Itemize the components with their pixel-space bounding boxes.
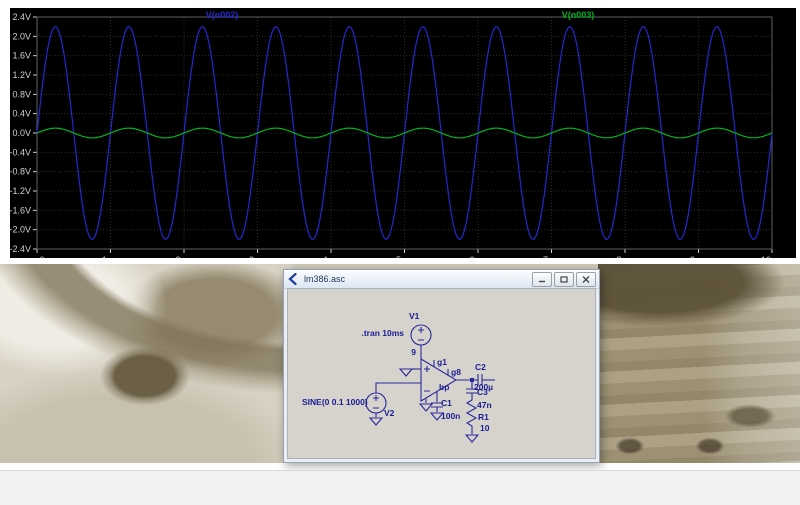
waveform-plot[interactable]: 2.4V 2.0V 1.6V 1.2V 0.8V 0.4V 0.0V -0.4V -0.8V -1… — [10, 8, 796, 258]
schematic-label[interactable]: 100n — [441, 411, 460, 421]
y-axis-tick: -1.6V — [10, 205, 31, 215]
close-button[interactable] — [576, 272, 596, 287]
y-axis-tick: 0.4V — [12, 109, 31, 119]
schematic-label[interactable]: 10 — [480, 423, 490, 433]
schematic-label[interactable]: SINE(0 0.1 1000) — [302, 397, 368, 407]
y-axis-tick: 2.0V — [12, 31, 31, 41]
window-controls — [532, 272, 596, 287]
x-axis-tick: 1ms — [102, 255, 120, 258]
schematic-labels: V1.tran 10ms9g1g8bpC2200µC347nR110C1100n… — [302, 311, 493, 433]
wallpaper-left-area — [0, 264, 292, 463]
ltspice-app-icon — [287, 273, 299, 285]
trace-label[interactable]: V(n002) — [206, 10, 239, 20]
schematic-window: lm386.asc — [283, 269, 600, 463]
y-axis-tick: -0.4V — [10, 147, 31, 157]
x-axis-tick: 5ms — [396, 255, 414, 258]
schematic-canvas[interactable]: V1.tran 10ms9g1g8bpC2200µC347nR110C1100n… — [287, 288, 596, 459]
y-axis-tick: -2.4V — [10, 244, 31, 254]
y-axis-tick: -1.2V — [10, 186, 31, 196]
schematic-label[interactable]: V1 — [409, 311, 420, 321]
schematic-label[interactable]: bp — [439, 382, 449, 392]
close-icon — [582, 276, 590, 283]
x-axis-tick: 8ms — [616, 255, 634, 258]
y-axis-tick: 2.4V — [12, 12, 31, 22]
x-axis-tick: 7ms — [543, 255, 561, 258]
restore-button[interactable] — [554, 272, 574, 287]
x-axis-tick: 6ms — [469, 255, 487, 258]
window-title: lm386.asc — [304, 274, 345, 284]
y-axis-tick: 0.8V — [12, 89, 31, 99]
restore-icon — [560, 276, 568, 283]
schematic-drawing: V1.tran 10ms9g1g8bpC2200µC347nR110C1100n… — [288, 289, 596, 459]
schematic-label[interactable]: 9 — [411, 347, 416, 357]
schematic-label[interactable]: R1 — [478, 412, 489, 422]
schematic-label[interactable]: C1 — [441, 398, 452, 408]
wallpaper-right-area — [598, 264, 800, 463]
minimize-button[interactable] — [532, 272, 552, 287]
x-axis-tick: 9ms — [690, 255, 708, 258]
ground-symbol — [420, 404, 432, 411]
waveform-window: 2.4V 2.0V 1.6V 1.2V 0.8V 0.4V 0.0V -0.4V -0.8V -1… — [0, 0, 800, 264]
schematic-label[interactable]: C2 — [475, 362, 486, 372]
screen: 2.4V 2.0V 1.6V 1.2V 0.8V 0.4V 0.0V -0.4V -0.8V -1… — [0, 0, 800, 505]
trace-label[interactable]: V(n003) — [562, 10, 595, 20]
schematic-label[interactable]: C3 — [477, 387, 488, 397]
minimize-icon — [538, 276, 546, 283]
x-axis-tick: 3ms — [249, 255, 267, 258]
schematic-label[interactable]: V2 — [384, 408, 395, 418]
waveform-plot-pane[interactable]: 2.4V 2.0V 1.6V 1.2V 0.8V 0.4V 0.0V -0.4V -0.8V -1… — [10, 8, 796, 258]
v2-source-symbol[interactable] — [366, 383, 421, 425]
x-axis-tick: 0ms — [39, 255, 57, 258]
x-axis-tick: 4ms — [322, 255, 340, 258]
y-axis-tick: -2.0V — [10, 225, 31, 235]
schematic-label[interactable]: g8 — [451, 367, 461, 377]
x-axis-tick: 10ms — [761, 255, 784, 258]
schematic-titlebar[interactable]: lm386.asc — [284, 270, 599, 289]
y-axis-tick: -0.8V — [10, 167, 31, 177]
x-axis-tick: 2ms — [175, 255, 193, 258]
ground-symbol — [400, 369, 421, 376]
bottom-panel — [0, 470, 800, 505]
y-axis-tick: 0.0V — [12, 128, 31, 138]
schematic-label[interactable]: .tran 10ms — [361, 328, 404, 338]
y-axis-tick: 1.6V — [12, 51, 31, 61]
y-axis-tick: 1.2V — [12, 70, 31, 80]
schematic-label[interactable]: 47n — [477, 400, 492, 410]
schematic-label[interactable]: g1 — [437, 357, 447, 367]
